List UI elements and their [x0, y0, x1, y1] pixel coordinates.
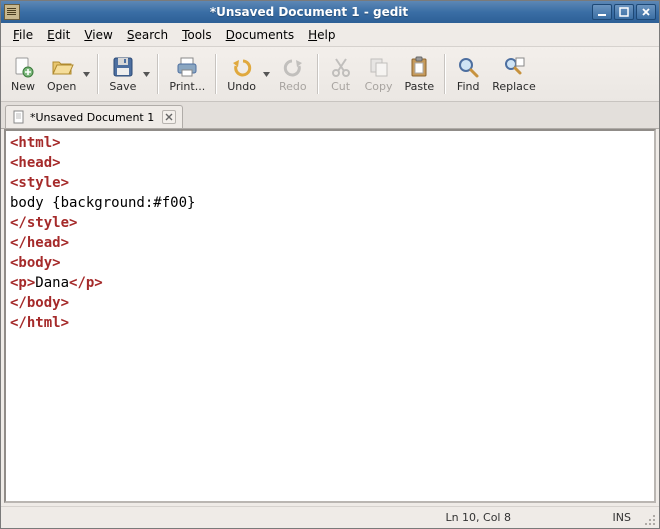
app-icon — [4, 4, 20, 20]
open-dropdown[interactable] — [82, 72, 91, 77]
menubar: File Edit View Search Tools Documents He… — [1, 23, 659, 47]
print-label: Print... — [169, 80, 205, 93]
menu-search[interactable]: Search — [121, 26, 174, 44]
statusbar: Ln 10, Col 8 INS — [1, 506, 659, 528]
find-label: Find — [457, 80, 480, 93]
minimize-button[interactable] — [592, 4, 612, 20]
menu-help[interactable]: Help — [302, 26, 341, 44]
paste-icon — [407, 55, 431, 79]
close-icon — [165, 113, 173, 121]
replace-icon — [502, 55, 526, 79]
toolbar-separator — [215, 54, 217, 94]
toolbar-separator — [317, 54, 319, 94]
toolbar-separator — [444, 54, 446, 94]
document-tab[interactable]: *Unsaved Document 1 — [5, 105, 183, 129]
menu-file[interactable]: File — [7, 26, 39, 44]
open-button[interactable]: Open — [41, 52, 82, 96]
replace-button[interactable]: Replace — [486, 52, 542, 96]
new-icon — [11, 55, 35, 79]
save-icon — [111, 55, 135, 79]
copy-button: Copy — [359, 52, 399, 96]
redo-label: Redo — [279, 80, 307, 93]
document-icon — [12, 110, 26, 124]
paste-label: Paste — [405, 80, 435, 93]
print-icon — [175, 55, 199, 79]
print-button[interactable]: Print... — [163, 52, 211, 96]
open-icon — [50, 55, 74, 79]
insert-mode: INS — [521, 511, 641, 524]
undo-button[interactable]: Undo — [221, 52, 262, 96]
close-button[interactable] — [636, 4, 656, 20]
save-dropdown[interactable] — [142, 72, 151, 77]
minimize-icon — [597, 7, 607, 17]
cut-button: Cut — [323, 52, 359, 96]
new-label: New — [11, 80, 35, 93]
cursor-position: Ln 10, Col 8 — [435, 511, 521, 524]
open-label: Open — [47, 80, 76, 93]
find-icon — [456, 55, 480, 79]
toolbar: New Open Save Print... — [1, 47, 659, 102]
save-label: Save — [109, 80, 136, 93]
redo-icon — [281, 55, 305, 79]
maximize-button[interactable] — [614, 4, 634, 20]
window-title: *Unsaved Document 1 - gedit — [26, 5, 592, 19]
titlebar[interactable]: *Unsaved Document 1 - gedit — [1, 1, 659, 23]
menu-view[interactable]: View — [78, 26, 118, 44]
save-button[interactable]: Save — [103, 52, 142, 96]
copy-label: Copy — [365, 80, 393, 93]
toolbar-separator — [97, 54, 99, 94]
resize-grip[interactable] — [641, 511, 657, 527]
app-window: *Unsaved Document 1 - gedit File Edit Vi… — [0, 0, 660, 529]
tab-close-button[interactable] — [162, 110, 176, 124]
redo-button: Redo — [273, 52, 313, 96]
toolbar-separator — [157, 54, 159, 94]
editor-content[interactable]: <html> <head> <style> body {background:#… — [10, 133, 650, 333]
close-icon — [641, 7, 651, 17]
paste-button[interactable]: Paste — [399, 52, 441, 96]
menu-tools[interactable]: Tools — [176, 26, 218, 44]
editor-area: <html> <head> <style> body {background:#… — [1, 128, 659, 506]
copy-icon — [367, 55, 391, 79]
window-buttons — [592, 4, 656, 20]
menu-edit[interactable]: Edit — [41, 26, 76, 44]
undo-icon — [230, 55, 254, 79]
menu-documents[interactable]: Documents — [220, 26, 300, 44]
undo-label: Undo — [227, 80, 256, 93]
maximize-icon — [619, 7, 629, 17]
tabbar: *Unsaved Document 1 — [1, 102, 659, 128]
tab-label: *Unsaved Document 1 — [30, 111, 154, 124]
find-button[interactable]: Find — [450, 52, 486, 96]
undo-dropdown[interactable] — [262, 72, 271, 77]
cut-label: Cut — [331, 80, 350, 93]
replace-label: Replace — [492, 80, 536, 93]
new-button[interactable]: New — [5, 52, 41, 96]
cut-icon — [329, 55, 353, 79]
editor-viewport[interactable]: <html> <head> <style> body {background:#… — [4, 129, 656, 503]
